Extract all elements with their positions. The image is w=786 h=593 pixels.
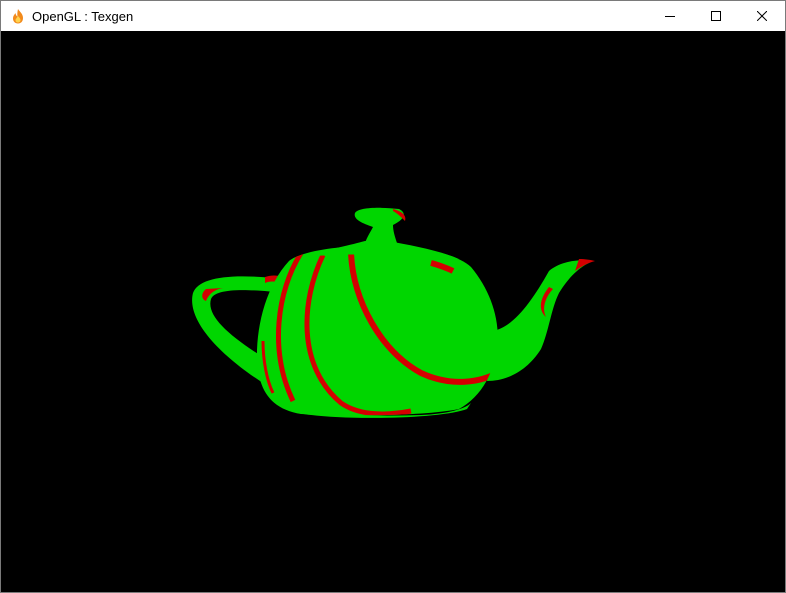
teapot-model — [192, 207, 595, 418]
maximize-button[interactable] — [693, 1, 739, 31]
window-title: OpenGL : Texgen — [32, 8, 134, 24]
minimize-button[interactable] — [647, 1, 693, 31]
window-controls — [647, 1, 785, 31]
close-button[interactable] — [739, 1, 785, 31]
app-window: OpenGL : Texgen — [0, 0, 786, 593]
close-icon — [757, 11, 767, 21]
flame-icon — [10, 8, 26, 24]
title-bar[interactable]: OpenGL : Texgen — [1, 1, 785, 31]
minimize-icon — [665, 16, 675, 17]
maximize-icon — [711, 11, 721, 21]
opengl-viewport[interactable] — [1, 31, 785, 592]
